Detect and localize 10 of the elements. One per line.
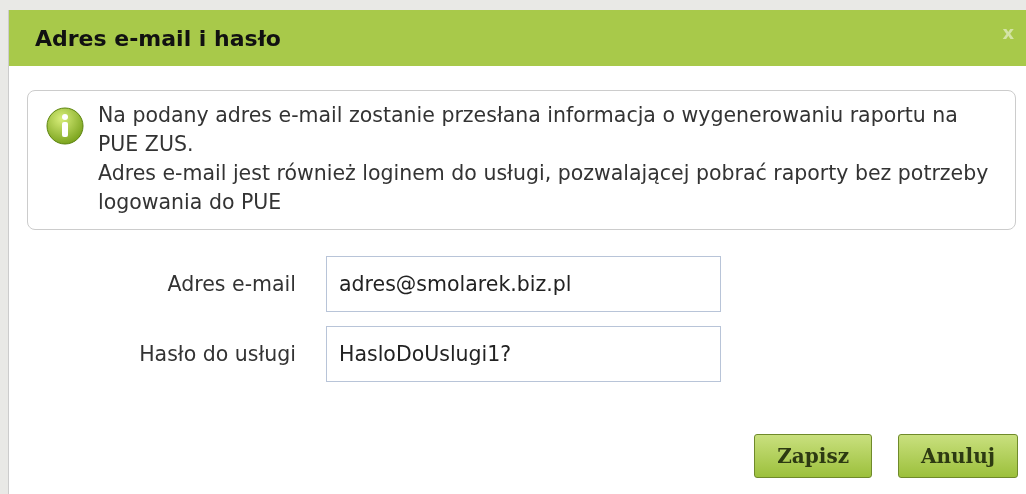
input-field[interactable]: HasloDoUslugi1?	[326, 326, 721, 382]
input-field[interactable]: adres@smolarek.biz.pl	[326, 256, 721, 312]
field-label: Hasło do usługi	[139, 342, 296, 366]
dialog-title: Adres e-mail i hasło	[35, 25, 281, 51]
save-button[interactable]: Zapisz	[754, 434, 872, 478]
info-text: Adres e-mail jest również loginem do usługi, pozwalającej pobrać raporty bez potrzeby logowania do PUE	[98, 160, 990, 216]
info-text: Na podany adres e-mail zostanie przesłana informacja o wygenerowaniu raportu na PUE ZUS.	[98, 102, 959, 158]
info-icon	[46, 107, 84, 145]
cancel-button[interactable]: Anuluj	[898, 434, 1018, 478]
field-label: Adres e-mail	[167, 272, 296, 296]
